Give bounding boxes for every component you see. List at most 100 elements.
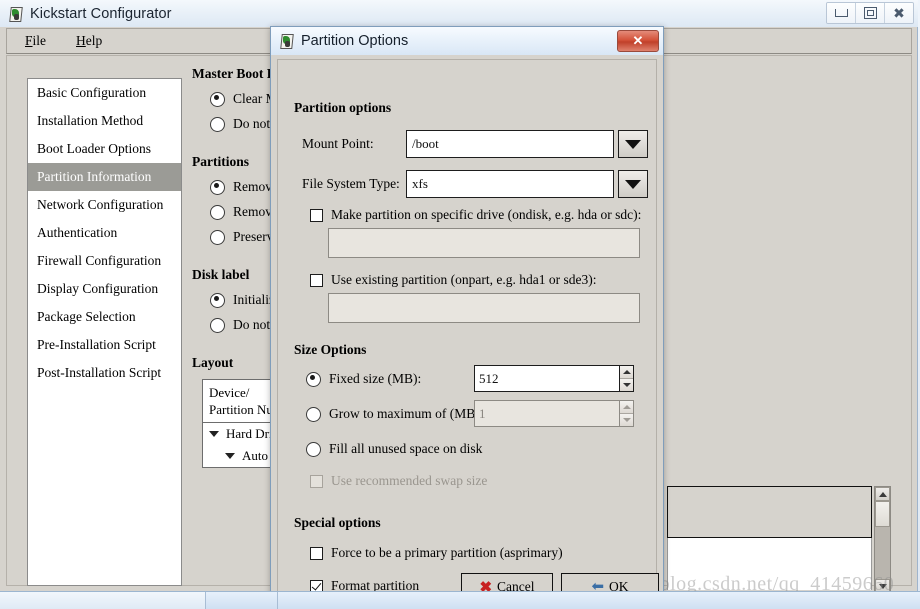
ondisk-input[interactable] [328, 228, 640, 258]
sidebar-item-basic-configuration[interactable]: Basic Configuration [28, 79, 181, 107]
onpart-checkbox-row[interactable]: Use existing partition (onpart, e.g. hda… [310, 272, 596, 288]
arrow-down-icon [622, 383, 631, 387]
arrow-up-icon [622, 405, 631, 409]
radio-icon [210, 91, 225, 107]
arrow-up-icon [622, 370, 631, 374]
stepper-up-button[interactable] [620, 366, 633, 379]
sidebar-item-pre-installation-script[interactable]: Pre-Installation Script [28, 331, 181, 359]
sidebar-item-network-configuration[interactable]: Network Configuration [28, 191, 181, 219]
dialog-titlebar: Partition Options ✕ [271, 27, 663, 55]
stepper-up-button[interactable] [620, 401, 633, 414]
minimize-icon [834, 9, 848, 17]
file-system-type-label: File System Type: [302, 176, 400, 191]
file-system-type-input[interactable]: xfs [406, 170, 614, 198]
sidebar-item-installation-method[interactable]: Installation Method [28, 107, 181, 135]
sidebar-item-partition-information[interactable]: Partition Information [28, 163, 181, 191]
onpart-input[interactable] [328, 293, 640, 323]
dialog-close-button[interactable]: ✕ [617, 30, 659, 52]
radio-icon [210, 204, 225, 220]
ondisk-label: Make partition on specific drive (ondisk… [331, 207, 642, 222]
kickstart-icon [8, 6, 24, 22]
asprimary-checkbox-row[interactable]: Force to be a primary partition (asprima… [310, 545, 563, 561]
arrow-down-icon [878, 583, 887, 589]
taskbar-separator [205, 592, 206, 609]
minimize-button[interactable] [827, 3, 856, 23]
mount-point-input[interactable]: /boot [406, 130, 614, 158]
sidebar-item-package-selection[interactable]: Package Selection [28, 303, 181, 331]
window-title: Kickstart Configurator [30, 5, 172, 22]
radio-icon [210, 179, 225, 195]
fill-all-label: Fill all unused space on disk [329, 441, 483, 456]
sidebar-item-post-installation-script[interactable]: Post-Installation Script [28, 359, 181, 387]
sidebar-item-boot-loader-options[interactable]: Boot Loader Options [28, 135, 181, 163]
stepper-down-button[interactable] [620, 414, 633, 426]
asprimary-checkbox[interactable] [310, 546, 323, 560]
fill-all-radio-row[interactable]: Fill all unused space on disk [306, 441, 482, 457]
screen: Kickstart Configurator ✖ File Help Basic… [0, 0, 920, 609]
chevron-down-icon [209, 431, 219, 437]
taskbar [0, 591, 920, 609]
scrollbar-thumb[interactable] [875, 501, 890, 527]
recommended-swap-checkbox [310, 474, 323, 488]
grow-to-max-input[interactable]: 1 [474, 400, 619, 427]
grow-to-max-radio-row[interactable]: Grow to maximum of (MB): [306, 406, 484, 422]
partition-options-section-title: Partition options [294, 100, 392, 115]
radio-icon [210, 292, 225, 308]
layout-row-label: Hard Dri [226, 426, 273, 441]
mount-point-label: Mount Point: [302, 136, 374, 151]
dialog-body: Partition options Mount Point: /boot Fil… [277, 59, 657, 605]
menu-help-label: elp [85, 33, 103, 48]
onpart-label: Use existing partition (onpart, e.g. hda… [331, 272, 597, 287]
fill-all-radio[interactable] [306, 441, 321, 457]
close-icon: ✕ [632, 33, 644, 48]
file-system-type-dropdown-button[interactable] [618, 170, 648, 198]
kickstart-icon [279, 33, 295, 49]
arrow-up-icon [878, 491, 887, 497]
mount-point-combobox[interactable]: /boot [406, 130, 648, 158]
window-controls: ✖ [826, 2, 914, 24]
close-icon: ✖ [893, 5, 905, 21]
asprimary-label: Force to be a primary partition (asprima… [331, 545, 563, 560]
menu-file-label: ile [32, 33, 47, 48]
onpart-checkbox[interactable] [310, 273, 323, 287]
fixed-size-input[interactable]: 512 [474, 365, 619, 392]
scroll-up-button[interactable] [875, 487, 890, 501]
stepper-down-button[interactable] [620, 379, 633, 391]
layout-row-label: Auto [242, 448, 268, 463]
partition-list-area [667, 486, 872, 591]
special-options-section-title: Special options [294, 515, 381, 530]
fixed-size-stepper[interactable]: 512 [474, 365, 634, 392]
menu-help[interactable]: Help [64, 31, 114, 51]
chevron-down-icon [625, 179, 641, 189]
recommended-swap-label: Use recommended swap size [331, 473, 488, 488]
ondisk-checkbox-row[interactable]: Make partition on specific drive (ondisk… [310, 207, 641, 223]
mount-point-dropdown-button[interactable] [618, 130, 648, 158]
fixed-size-radio-row[interactable]: Fixed size (MB): [306, 371, 421, 387]
ondisk-checkbox[interactable] [310, 208, 323, 222]
main-titlebar: Kickstart Configurator ✖ [0, 0, 918, 27]
maximize-button[interactable] [856, 3, 885, 23]
fixed-size-radio[interactable] [306, 371, 321, 387]
sidebar: Basic Configuration Installation Method … [27, 78, 182, 586]
grow-to-max-stepper[interactable]: 1 [474, 400, 634, 427]
dialog-title: Partition Options [301, 33, 409, 49]
recommended-swap-checkbox-row: Use recommended swap size [310, 473, 487, 489]
fixed-size-stepper-buttons[interactable] [619, 365, 634, 392]
menu-file[interactable]: File [13, 31, 58, 51]
grow-to-max-stepper-buttons[interactable] [619, 400, 634, 427]
sidebar-item-firewall-configuration[interactable]: Firewall Configuration [28, 247, 181, 275]
file-system-type-combobox[interactable]: xfs [406, 170, 648, 198]
sidebar-item-display-configuration[interactable]: Display Configuration [28, 275, 181, 303]
arrow-down-icon [622, 418, 631, 422]
grow-to-max-radio[interactable] [306, 406, 321, 422]
partition-list-header [667, 486, 872, 538]
radio-icon [210, 229, 225, 245]
radio-icon [210, 317, 225, 333]
scrollbar-track[interactable] [875, 527, 890, 581]
partition-list-scrollbar[interactable] [874, 486, 891, 594]
sidebar-item-authentication[interactable]: Authentication [28, 219, 181, 247]
partition-list-body[interactable] [667, 538, 872, 590]
fixed-size-label: Fixed size (MB): [329, 371, 422, 386]
close-button[interactable]: ✖ [885, 3, 913, 23]
maximize-icon [863, 7, 877, 19]
